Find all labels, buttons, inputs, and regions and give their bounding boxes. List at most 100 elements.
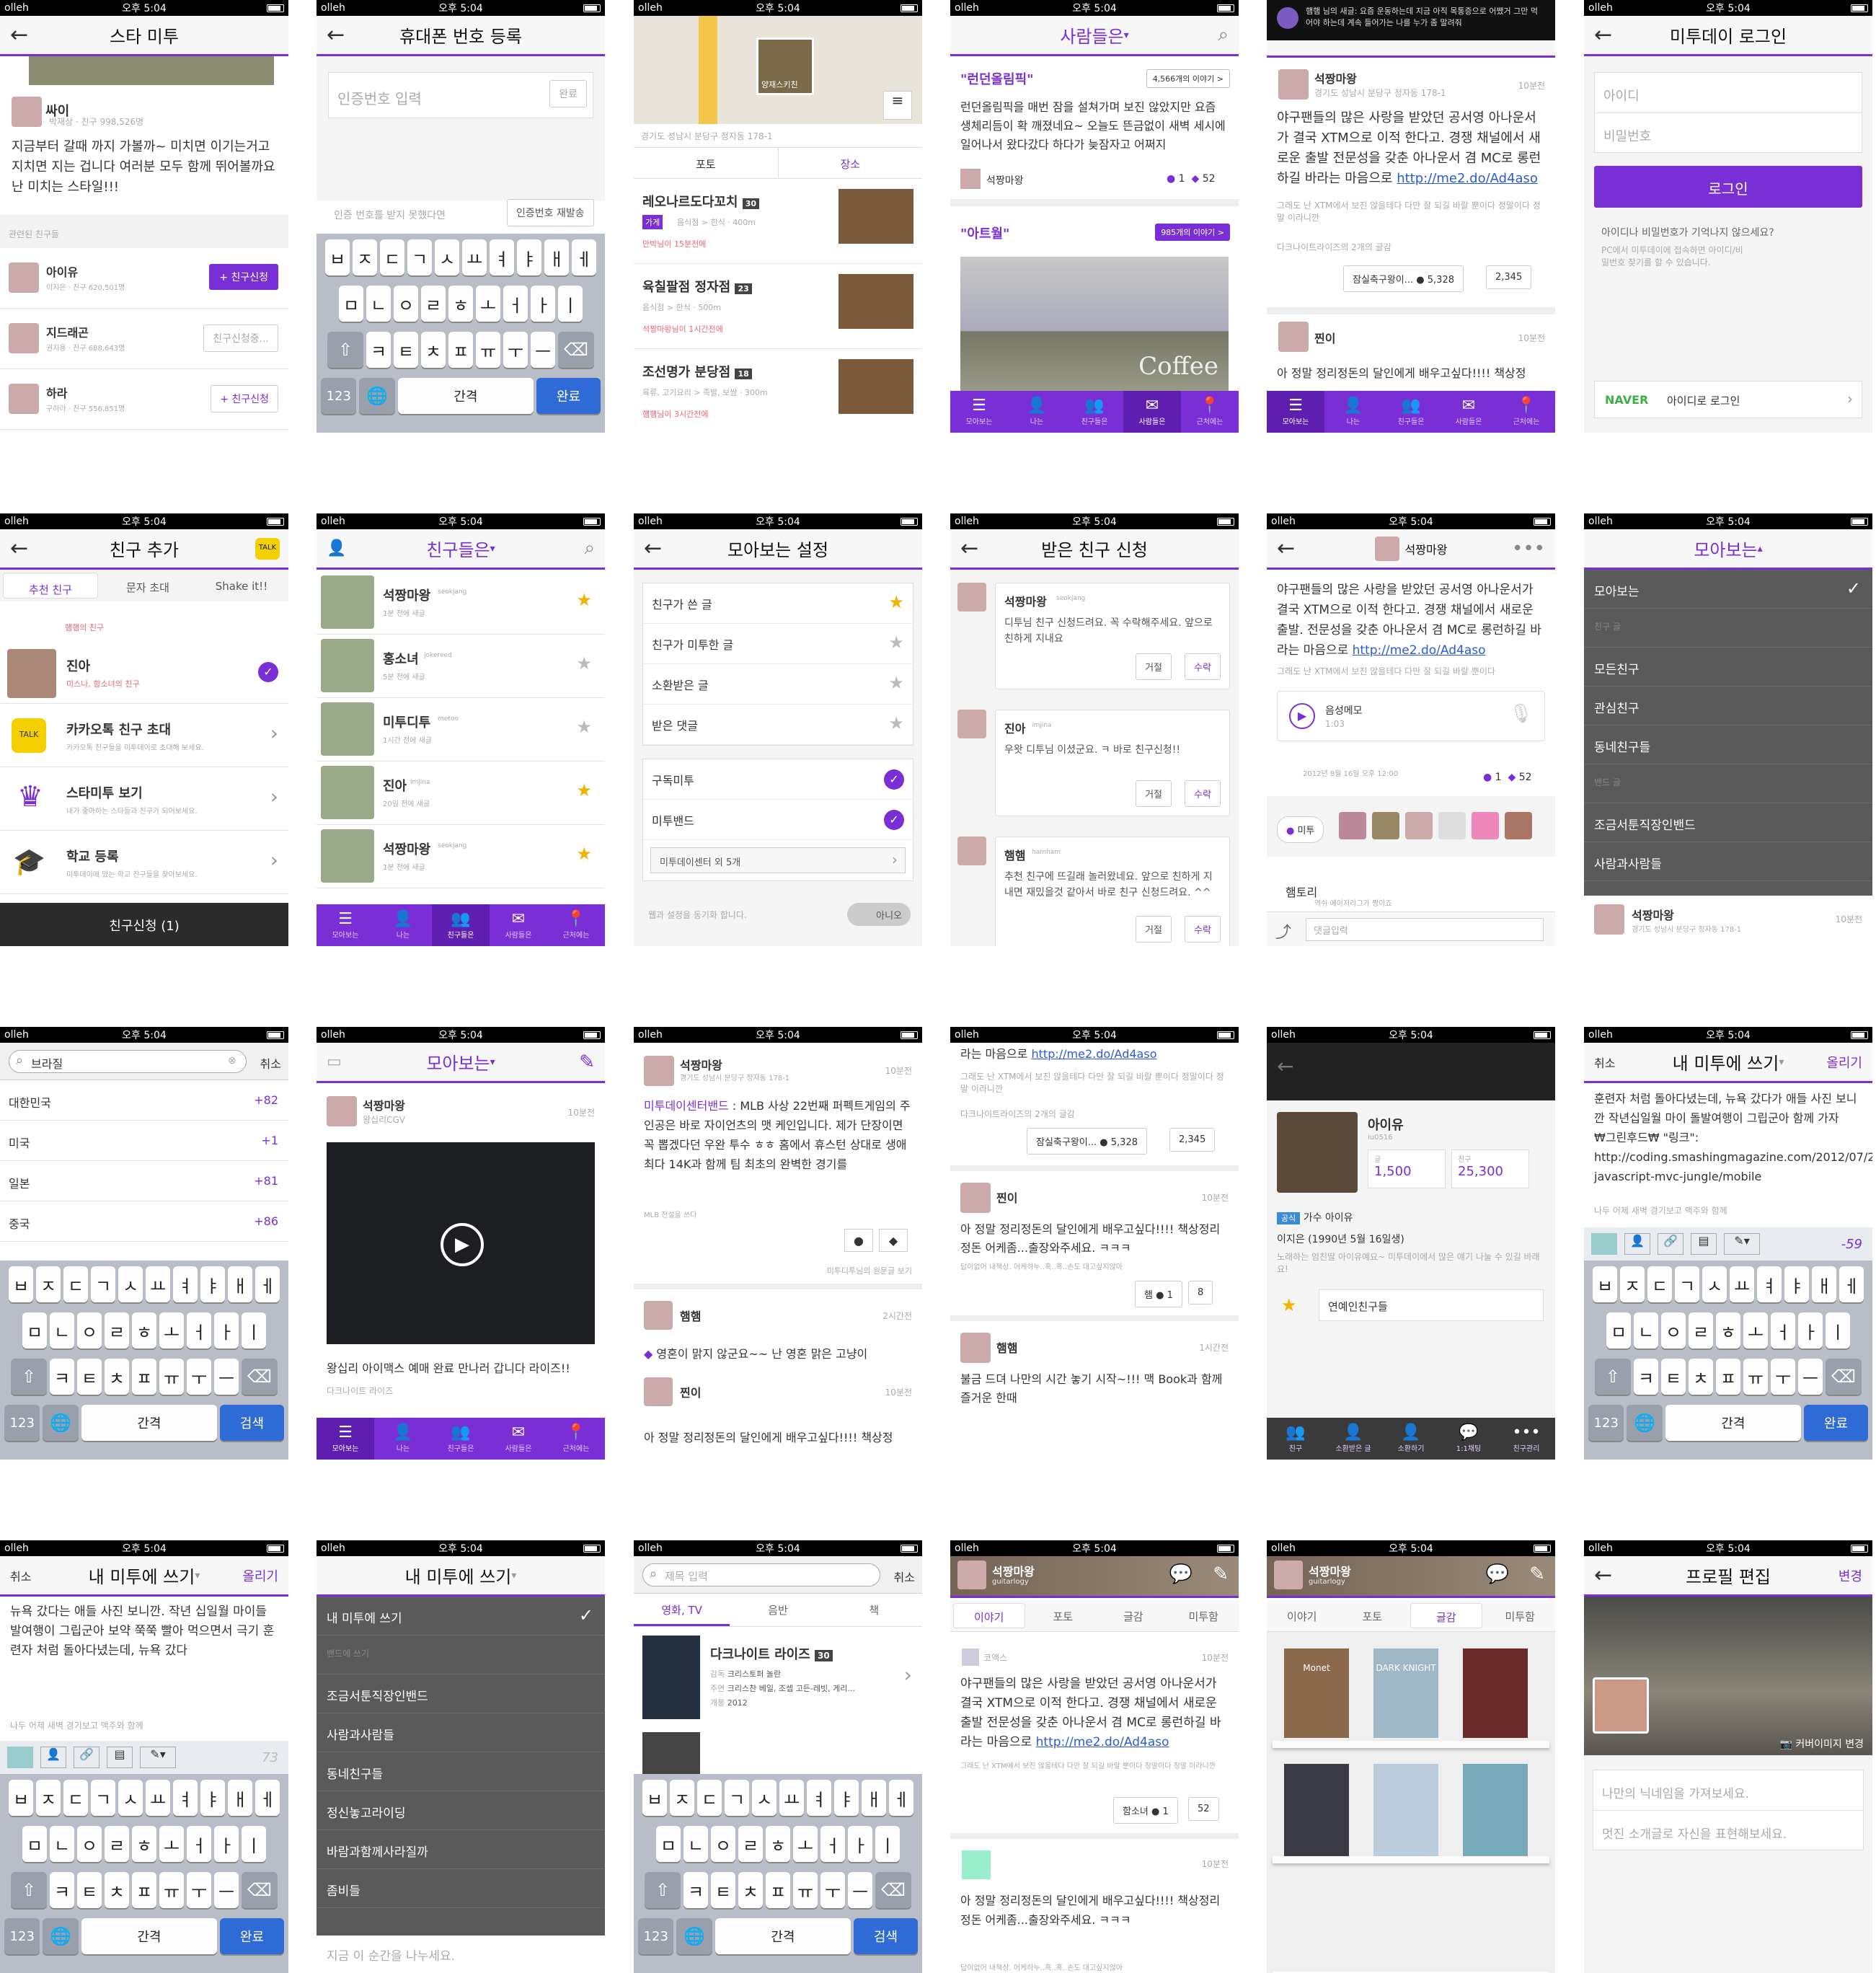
key[interactable]: ㅑ <box>834 1780 859 1816</box>
backspace-key[interactable]: ⌫ <box>242 1359 278 1395</box>
more-icon[interactable]: ••• <box>1512 538 1545 560</box>
resend-button[interactable]: 인증번호 재발송 <box>507 199 594 226</box>
keyboard[interactable]: ㅂㅈㄷㄱㅅㅛㅕㅑㅐㅔㅁㄴㅇㄹㅎㅗㅓㅏㅣ ⇧ ㅋㅌㅊㅍㅠㅜㅡ ⌫ 123 🌐 간격 완료 <box>317 234 605 433</box>
space-key[interactable]: 간격 <box>81 1405 217 1441</box>
tab-3[interactable]: ✉ 사람들은 <box>490 904 547 946</box>
login-button[interactable]: 로그인 <box>1594 166 1862 208</box>
edit-icon[interactable]: ✎▾ <box>1724 1233 1760 1255</box>
target-item[interactable]: 동네친구들 <box>317 1752 605 1791</box>
tab-0[interactable]: ☰ 모아보는 <box>317 1418 374 1460</box>
key[interactable]: ㄷ <box>1647 1266 1672 1302</box>
key[interactable]: ㅠ <box>793 1872 818 1908</box>
key[interactable]: ㅅ <box>752 1780 776 1816</box>
key[interactable]: ㅓ <box>503 286 528 322</box>
key[interactable]: ㅓ <box>187 1826 211 1862</box>
key[interactable]: ㅍ <box>132 1872 156 1908</box>
key[interactable]: ㅗ <box>159 1312 184 1349</box>
accept-button[interactable]: 수락 <box>1185 653 1221 680</box>
backspace-key[interactable]: ⌫ <box>558 332 594 368</box>
number-key[interactable]: 123 <box>321 378 357 414</box>
key[interactable]: ㅊ <box>421 332 446 368</box>
chat-icon[interactable]: 💬 <box>1169 1563 1193 1585</box>
return-key[interactable]: 완료 <box>1803 1405 1868 1441</box>
tab-4[interactable]: ••• 친구관리 <box>1497 1418 1555 1460</box>
deny-button[interactable]: 거절 <box>1136 653 1172 680</box>
key[interactable]: ㅐ <box>862 1780 886 1816</box>
space-key[interactable]: 간격 <box>81 1918 217 1954</box>
target-item[interactable]: 조금서툰직장인밴드 <box>317 1674 605 1713</box>
country-row[interactable]: 대한민국 +82 <box>0 1080 288 1121</box>
add-friend-button[interactable]: + 친구신청 <box>209 264 278 290</box>
key[interactable]: ㅗ <box>1743 1312 1768 1349</box>
tab-4[interactable]: 📍 근처에는 <box>1497 391 1555 433</box>
tab-0[interactable]: 이야기 <box>1267 1600 1337 1631</box>
tab-3[interactable]: ✉ 사람들은 <box>1440 391 1497 433</box>
clear-icon[interactable]: ⊗ <box>228 1055 236 1067</box>
edit-icon[interactable]: ✎▾ <box>140 1747 176 1768</box>
key[interactable]: ㅡ <box>848 1872 872 1908</box>
setting-row[interactable]: 소환받은 글 ★ <box>643 664 913 705</box>
comment-button-2[interactable]: 8 <box>1188 1281 1213 1305</box>
filter-item[interactable]: 모든친구 <box>1584 648 1872 687</box>
key[interactable]: ㅔ <box>1839 1266 1864 1302</box>
backspace-key[interactable]: ⌫ <box>242 1872 278 1908</box>
search-icon[interactable]: ⌕ <box>1218 24 1229 46</box>
post-tag[interactable]: 다크나이트라이즈의 2개의 글감 <box>1277 241 1391 253</box>
original-link[interactable]: 미투디투님의 원문글 보기 <box>827 1265 912 1276</box>
key[interactable]: ㄱ <box>91 1780 115 1816</box>
post-link[interactable]: http://me2.do/Ad4aso <box>1353 643 1486 658</box>
key[interactable]: ㅎ <box>766 1826 790 1862</box>
star-icon[interactable]: ★ <box>888 713 904 733</box>
key[interactable]: ㅏ <box>1798 1312 1823 1349</box>
back-icon[interactable]: ← <box>644 536 662 561</box>
page-title[interactable]: 모아보는 <box>1694 536 1757 561</box>
tag-line[interactable]: 나두 어제 새벽 경기보고 맥주와 함께 <box>1594 1204 1727 1217</box>
globe-icon[interactable]: 🌐 <box>1627 1405 1663 1441</box>
photo-icon[interactable] <box>7 1747 33 1768</box>
star-icon[interactable]: ★ <box>576 844 592 864</box>
add-friend-icon[interactable]: 👤 <box>327 539 346 557</box>
tab-2[interactable]: 👤 소환하기 <box>1382 1418 1440 1460</box>
band-name[interactable]: 미투데이센터밴드 <box>644 1099 729 1113</box>
key[interactable]: ㅛ <box>779 1780 804 1816</box>
key[interactable]: ㅑ <box>1784 1266 1809 1302</box>
friend-row[interactable]: 석짱마왕 seokjang 1분 전에 새글 ★ <box>317 571 605 635</box>
key[interactable]: ㅎ <box>448 286 473 322</box>
star-icon[interactable]: ★ <box>888 592 904 612</box>
shift-key[interactable]: ⇧ <box>11 1359 47 1395</box>
star-icon[interactable]: ★ <box>888 673 904 693</box>
key[interactable]: ㅔ <box>255 1780 280 1816</box>
back-icon[interactable]: ← <box>1594 22 1612 48</box>
key[interactable]: ㅛ <box>146 1780 170 1816</box>
key[interactable]: ㄷ <box>380 239 404 275</box>
key[interactable]: ㄹ <box>738 1826 763 1862</box>
user-name-2[interactable]: 햄햄 <box>680 1307 701 1324</box>
key[interactable]: ㄴ <box>366 286 391 322</box>
save-button[interactable]: 변경 <box>1839 1566 1862 1585</box>
shift-key[interactable]: ⇧ <box>327 332 363 368</box>
key[interactable]: ㅣ <box>558 286 583 322</box>
key[interactable]: ㅣ <box>242 1826 266 1862</box>
compose-icon[interactable]: ✎ <box>1213 1563 1229 1585</box>
post-button[interactable]: 올리기 <box>242 1566 278 1585</box>
key[interactable]: ㄱ <box>1675 1266 1699 1302</box>
map-pin[interactable]: 양재스키친 <box>756 37 814 95</box>
back-icon[interactable]: ← <box>10 22 28 48</box>
tab-1[interactable]: 👤 소환받은 글 <box>1324 1418 1382 1460</box>
friend-group[interactable]: 연예인친구들 <box>1319 1289 1544 1321</box>
number-key[interactable]: 123 <box>4 1405 40 1441</box>
key[interactable]: ㅑ <box>200 1266 225 1302</box>
key[interactable]: ㅐ <box>228 1266 252 1302</box>
deny-button[interactable]: 거절 <box>1136 916 1172 943</box>
keyboard[interactable]: ㅂㅈㄷㄱㅅㅛㅕㅑㅐㅔㅁㄴㅇㄹㅎㅗㅓㅏㅣ ⇧ ㅋㅌㅊㅍㅠㅜㅡ ⌫ 123 🌐 간격 완료 <box>0 1774 288 1973</box>
avatar[interactable] <box>1374 536 1399 561</box>
avatar[interactable] <box>957 583 986 612</box>
key[interactable]: ㅑ <box>200 1780 225 1816</box>
filter-item[interactable]: 모아보는 ✓ <box>1584 570 1872 609</box>
friend-row[interactable]: 미투디투 metoo 1시간 전에 새글 ★ <box>317 698 605 762</box>
globe-icon[interactable]: 🌐 <box>676 1918 712 1954</box>
key[interactable]: ㅡ <box>214 1872 239 1908</box>
setting-row[interactable]: 구독미투 ✓ <box>643 759 913 800</box>
search-icon[interactable]: ⌕ <box>584 537 595 560</box>
tab-4[interactable]: 📍 근처에는 <box>1181 391 1239 433</box>
